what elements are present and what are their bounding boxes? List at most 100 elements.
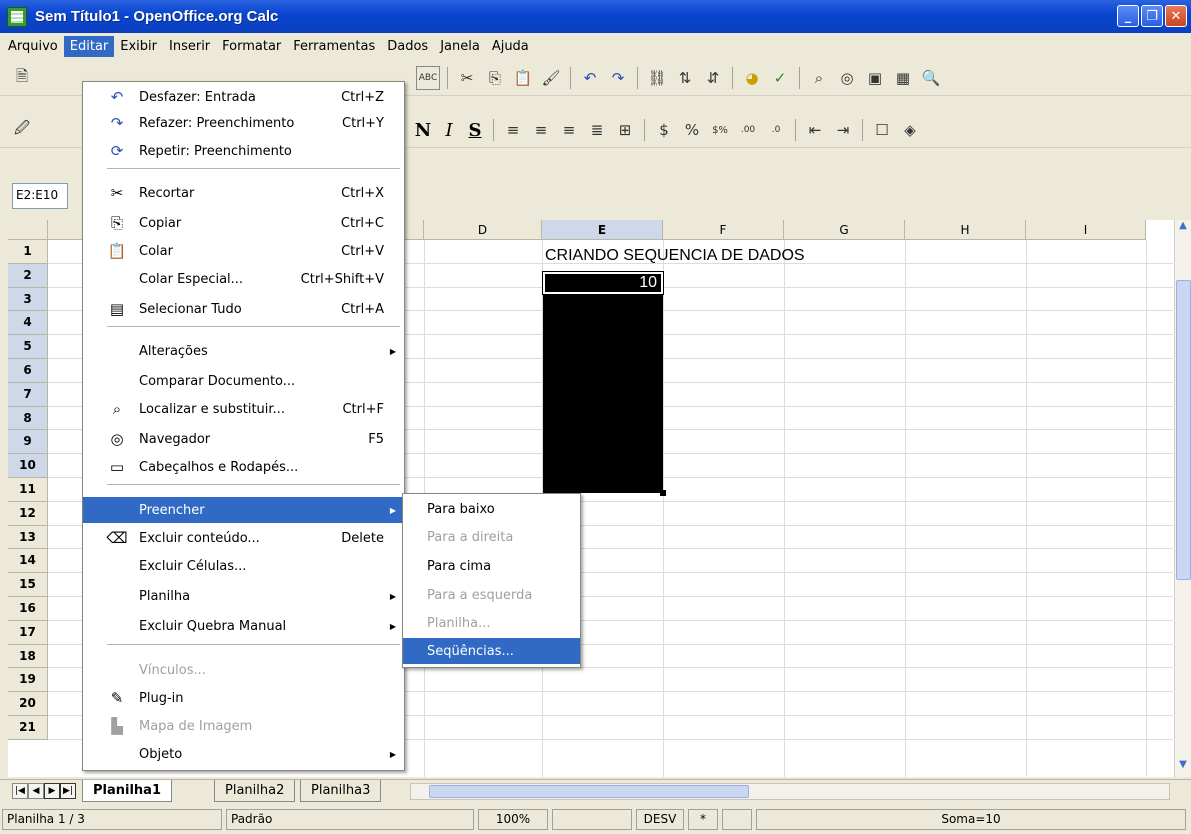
navigator-icon[interactable]: ◎ <box>835 66 859 90</box>
background-color-icon[interactable]: ◈ <box>898 118 922 142</box>
status-mode[interactable]: DESV <box>636 809 684 830</box>
datasources-icon[interactable]: ▦ <box>891 66 915 90</box>
edit-menu-item-selecionar-tudo[interactable]: ▤ Selecionar Tudo Ctrl+A <box>83 296 404 322</box>
row-header-18[interactable]: 18 <box>8 644 48 669</box>
edit-menu-item-desfazer-entrada[interactable]: ↶ Desfazer: Entrada Ctrl+Z <box>83 84 404 110</box>
edit-menu-item-colar-especial[interactable]: Colar Especial... Ctrl+Shift+V <box>83 266 404 292</box>
status-zoom[interactable]: 100% <box>478 809 548 830</box>
row-header-4[interactable]: 4 <box>8 311 48 336</box>
new-document-icon[interactable]: 🗎 <box>10 66 34 90</box>
copy-icon[interactable]: ⎘ <box>483 66 507 90</box>
align-left-icon[interactable]: ≡ <box>501 118 525 142</box>
edit-menu-item-plug-in[interactable]: ✎ Plug-in <box>83 685 404 711</box>
paste-icon[interactable]: 📋 <box>511 66 535 90</box>
underline-button[interactable]: S <box>464 120 486 141</box>
format-paintbrush-icon[interactable]: 🖌 <box>539 66 563 90</box>
edit-menu-item-objeto[interactable]: Objeto ▶ <box>83 741 404 767</box>
percent-icon[interactable]: % <box>680 118 704 142</box>
next-sheet-icon[interactable]: ▶ <box>44 783 60 799</box>
menu-dados[interactable]: Dados <box>381 36 434 57</box>
menu-ferramentas[interactable]: Ferramentas <box>287 36 381 57</box>
fill-submenu-item-planilha[interactable]: Planilha... <box>403 610 580 636</box>
close-button[interactable]: ✕ <box>1165 5 1187 27</box>
row-header-7[interactable]: 7 <box>8 382 48 407</box>
row-header-3[interactable]: 3 <box>8 287 48 312</box>
italic-button[interactable]: I <box>438 120 460 141</box>
remove-decimal-icon[interactable]: .0 <box>764 118 788 142</box>
fill-handle[interactable] <box>660 490 666 496</box>
edit-menu-item-vinculos[interactable]: Vínculos... <box>83 657 404 683</box>
menu-editar[interactable]: Editar <box>63 35 115 57</box>
corner-cell[interactable] <box>8 220 48 240</box>
edit-menu-item-navegador[interactable]: ◎ Navegador F5 <box>83 426 404 452</box>
fill-submenu-item-para-a-direita[interactable]: Para a direita <box>403 524 580 550</box>
align-right-icon[interactable]: ≡ <box>557 118 581 142</box>
row-header-14[interactable]: 14 <box>8 549 48 574</box>
decrease-indent-icon[interactable]: ⇤ <box>803 118 827 142</box>
edit-menu-item-localizar-e-substituir[interactable]: ⌕ Localizar e substituir... Ctrl+F <box>83 396 404 422</box>
find-replace-icon[interactable]: ⌕ <box>807 66 831 90</box>
edit-menu-item-copiar[interactable]: ⎘ Copiar Ctrl+C <box>83 210 404 236</box>
edit-menu-item-excluir-quebra-manual[interactable]: Excluir Quebra Manual ▶ <box>83 613 404 639</box>
column-header-d[interactable]: D <box>424 220 542 240</box>
spellcheck-icon[interactable]: ABC <box>416 66 440 90</box>
scroll-up-arrow-icon[interactable]: ▲ <box>1175 220 1191 236</box>
prev-sheet-icon[interactable]: ◀ <box>28 783 44 799</box>
scroll-down-arrow-icon[interactable]: ▼ <box>1175 759 1191 775</box>
last-sheet-icon[interactable]: ▶| <box>60 783 76 799</box>
sheet-tab-planilha3[interactable]: Planilha3 <box>300 780 382 802</box>
fill-submenu-item-sequencias[interactable]: Seqüências... <box>403 638 580 664</box>
gallery-icon[interactable]: ▣ <box>863 66 887 90</box>
row-header-2[interactable]: 2 <box>8 263 48 288</box>
column-header-e[interactable]: E <box>542 220 663 240</box>
hyperlink-icon[interactable]: ⛓ <box>645 66 669 90</box>
menu-exibir[interactable]: Exibir <box>114 36 163 57</box>
edit-menu-item-planilha[interactable]: Planilha ▶ <box>83 583 404 609</box>
edit-menu-item-excluir-celulas[interactable]: Excluir Células... <box>83 553 404 579</box>
currency-icon[interactable]: $ <box>652 118 676 142</box>
draw-functions-icon[interactable]: ✓ <box>768 66 792 90</box>
row-header-16[interactable]: 16 <box>8 597 48 621</box>
fill-submenu-item-para-a-esquerda[interactable]: Para a esquerda <box>403 582 580 608</box>
horizontal-scrollbar[interactable] <box>410 783 1170 800</box>
increase-indent-icon[interactable]: ⇥ <box>831 118 855 142</box>
cell-e2[interactable]: 10 <box>542 271 664 295</box>
menu-inserir[interactable]: Inserir <box>163 36 216 57</box>
row-header-10[interactable]: 10 <box>8 454 48 478</box>
edit-menu-item-recortar[interactable]: ✂ Recortar Ctrl+X <box>83 180 404 206</box>
fill-submenu-item-para-cima[interactable]: Para cima <box>403 553 580 579</box>
edit-menu-item-colar[interactable]: 📋 Colar Ctrl+V <box>83 238 404 264</box>
edit-menu-item-comparar-documento[interactable]: Comparar Documento... <box>83 368 404 394</box>
chart-icon[interactable]: ◕ <box>740 66 764 90</box>
horizontal-scroll-thumb[interactable] <box>429 785 749 798</box>
sheet-tab-planilha2[interactable]: Planilha2 <box>214 780 296 802</box>
menu-arquivo[interactable]: Arquivo <box>2 36 64 57</box>
number-format-icon[interactable]: $% <box>708 118 732 142</box>
zoom-icon[interactable]: 🔍 <box>919 66 943 90</box>
row-header-8[interactable]: 8 <box>8 406 48 431</box>
align-center-icon[interactable]: ≡ <box>529 118 553 142</box>
name-box[interactable]: E2:E10 <box>12 183 68 209</box>
sort-descending-icon[interactable]: ⇵ <box>701 66 725 90</box>
vertical-scroll-thumb[interactable] <box>1176 280 1191 580</box>
column-header-f[interactable]: F <box>663 220 784 240</box>
row-header-6[interactable]: 6 <box>8 359 48 383</box>
row-header-15[interactable]: 15 <box>8 573 48 597</box>
maximize-button[interactable]: ❐ <box>1141 5 1163 27</box>
styles-icon[interactable]: 🖉 <box>10 118 34 142</box>
edit-menu-item-alteracoes[interactable]: Alterações ▶ <box>83 338 404 364</box>
cut-icon[interactable]: ✂ <box>455 66 479 90</box>
row-header-13[interactable]: 13 <box>8 525 48 550</box>
row-header-20[interactable]: 20 <box>8 692 48 716</box>
row-header-11[interactable]: 11 <box>8 478 48 502</box>
fill-submenu-item-para-baixo[interactable]: Para baixo <box>403 496 580 522</box>
edit-menu-item-refazer-preenchimento[interactable]: ↷ Refazer: Preenchimento Ctrl+Y <box>83 110 404 136</box>
merge-cells-icon[interactable]: ⊞ <box>613 118 637 142</box>
column-header-g[interactable]: G <box>784 220 905 240</box>
justify-icon[interactable]: ≣ <box>585 118 609 142</box>
menu-janela[interactable]: Janela <box>434 36 486 57</box>
column-header-h[interactable]: H <box>905 220 1026 240</box>
edit-menu-item-cabecalhos-e-rodapes[interactable]: ▭ Cabeçalhos e Rodapés... <box>83 454 404 480</box>
vertical-scrollbar[interactable]: ▲ ▼ <box>1174 220 1191 777</box>
row-header-9[interactable]: 9 <box>8 430 48 455</box>
